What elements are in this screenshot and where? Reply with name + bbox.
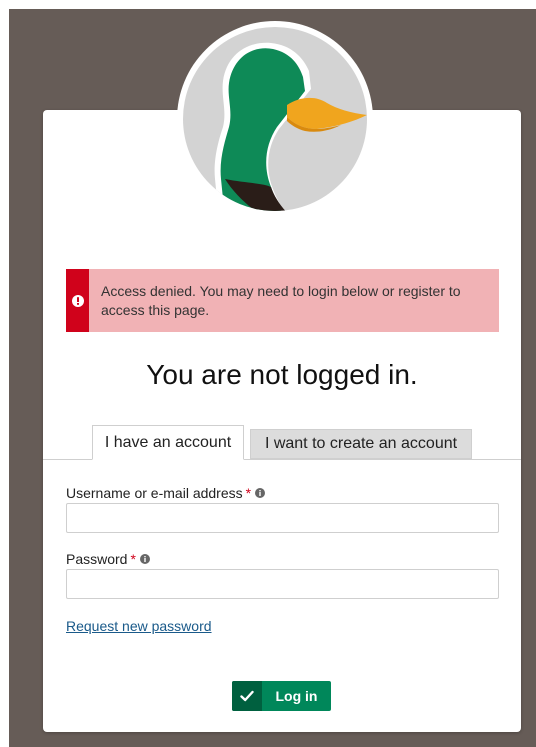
password-label: Password: [66, 551, 128, 567]
info-icon[interactable]: [255, 488, 266, 498]
username-label: Username or e-mail address: [66, 485, 243, 501]
exclamation-icon: [71, 294, 84, 307]
login-button-label: Log in: [275, 688, 318, 704]
username-label-row: Username or e-mail address *: [66, 485, 266, 501]
request-password-link[interactable]: Request new password: [66, 618, 212, 634]
login-button[interactable]: Log in: [232, 681, 331, 711]
info-icon[interactable]: [139, 554, 150, 564]
alert-message: Access denied. You may need to login bel…: [101, 282, 461, 318]
duck-logo: [175, 19, 375, 219]
alert-bar: [66, 269, 89, 332]
tab-register[interactable]: I want to create an account: [250, 429, 472, 459]
password-label-row: Password *: [66, 551, 150, 567]
required-mark: *: [245, 485, 252, 501]
tab-login[interactable]: I have an account: [92, 425, 244, 460]
password-input[interactable]: [66, 569, 499, 599]
checkmark-icon: [232, 681, 262, 711]
required-mark: *: [130, 551, 136, 567]
duck-head-icon: [177, 21, 373, 217]
page-title: You are not logged in.: [146, 359, 418, 390]
access-denied-alert: Access denied. You may need to login bel…: [66, 269, 499, 332]
username-input[interactable]: [66, 503, 499, 533]
